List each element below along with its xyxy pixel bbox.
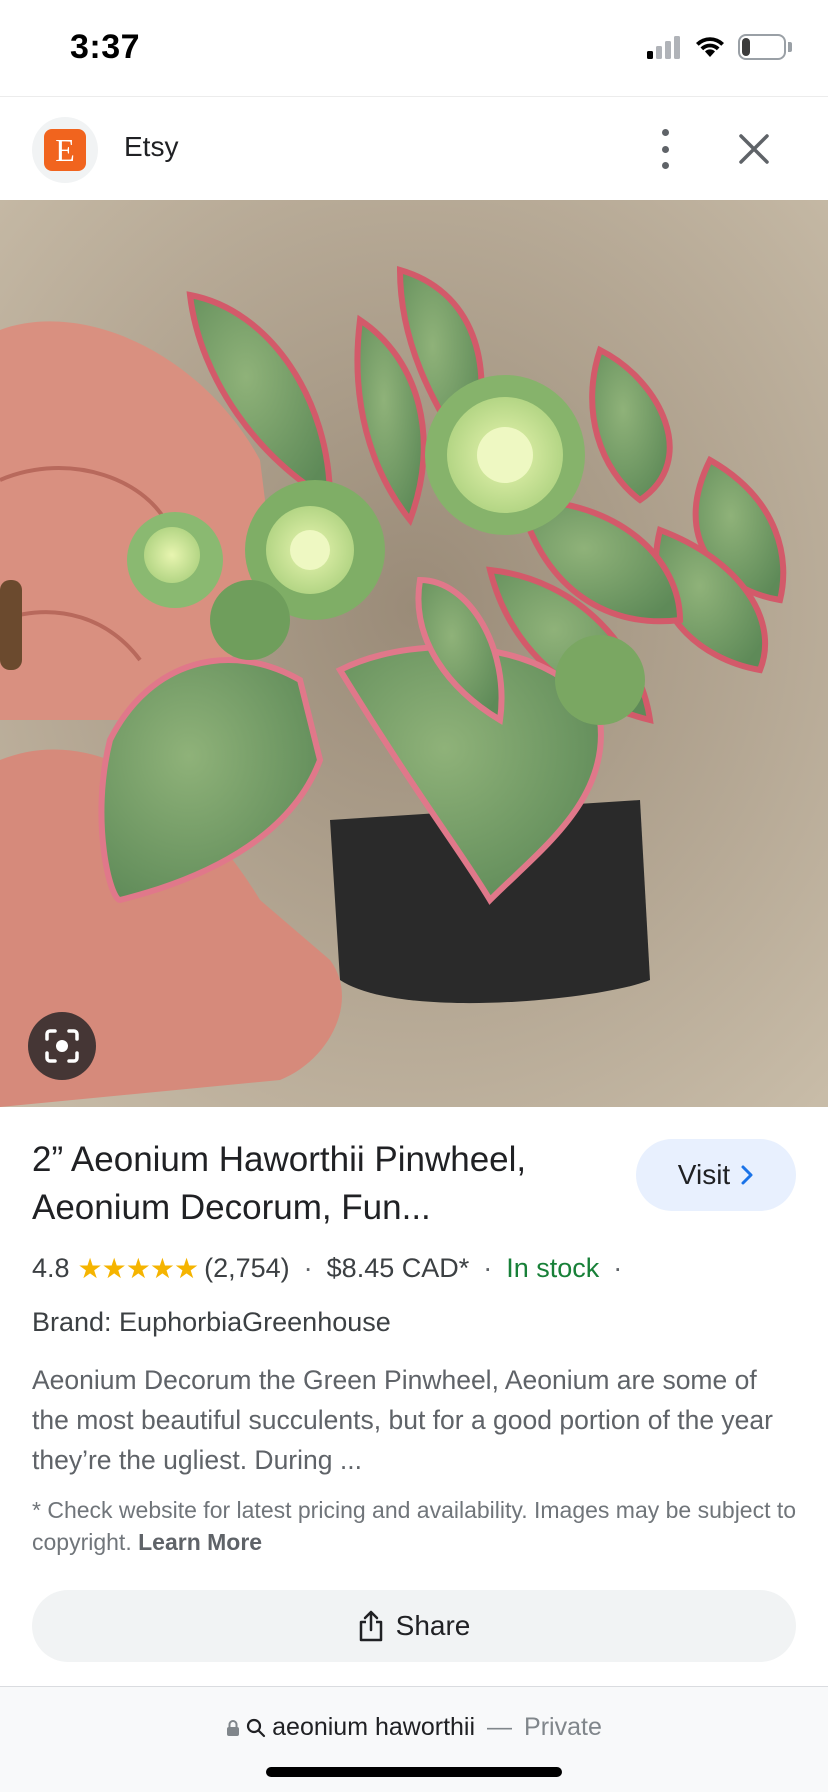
- separator-dot: ·: [303, 1253, 313, 1283]
- battery-percent: 21: [751, 36, 773, 57]
- lens-icon[interactable]: [28, 1012, 96, 1080]
- share-button[interactable]: Share: [32, 1590, 796, 1662]
- search-icon: [247, 1718, 266, 1737]
- star-icon: ★: [149, 1253, 175, 1284]
- status-bar: 3:37 21: [0, 0, 828, 96]
- price: $8.45 CAD*: [326, 1253, 470, 1283]
- review-count: (2,754): [204, 1253, 290, 1283]
- star-icon: ★: [101, 1253, 127, 1284]
- star-rating-icons: ★★★★★: [77, 1252, 200, 1285]
- status-time: 3:37: [70, 28, 141, 66]
- more-vert-icon[interactable]: [654, 125, 676, 173]
- product-title[interactable]: 2” Aeonium Haworthii Pinwheel, Aeonium D…: [32, 1136, 592, 1232]
- search-query: aeonium haworthii: [272, 1713, 476, 1741]
- private-mode-label: Private: [524, 1713, 602, 1741]
- learn-more-link[interactable]: Learn More: [138, 1529, 262, 1555]
- status-icons: 21: [646, 34, 792, 60]
- share-icon: [359, 1610, 382, 1642]
- product-title-line1: 2” Aeonium Haworthii Pinwheel,: [32, 1140, 527, 1179]
- star-icon: ★: [77, 1253, 103, 1284]
- disclaimer: * Check website for latest pricing and a…: [32, 1494, 800, 1558]
- home-indicator: [266, 1767, 562, 1777]
- product-description: Aeonium Decorum the Green Pinwheel, Aeon…: [32, 1365, 773, 1475]
- visit-button[interactable]: Visit: [636, 1139, 796, 1211]
- separator-dot: ·: [613, 1253, 623, 1283]
- brand: Brand: EuphorbiaGreenhouse: [32, 1307, 391, 1337]
- close-icon[interactable]: [736, 131, 772, 167]
- product-image[interactable]: [0, 200, 828, 1107]
- wifi-icon: [696, 37, 724, 57]
- battery-icon: 21: [738, 34, 786, 60]
- succulent-photo: [0, 200, 828, 1107]
- lock-icon: [227, 1719, 240, 1736]
- product-title-line2: Aeonium Decorum, Fun...: [32, 1188, 431, 1227]
- url-separator: —: [487, 1713, 513, 1741]
- star-icon: ★: [125, 1253, 151, 1284]
- site-header: E Etsy: [0, 96, 828, 200]
- product-meta-row: 4.8 ★★★★★ (2,754) · $8.45 CAD* · In stoc…: [32, 1252, 636, 1285]
- address-bar-content[interactable]: aeonium haworthii — Private: [0, 1713, 828, 1742]
- stock-status: In stock: [506, 1253, 600, 1283]
- share-label: Share: [395, 1610, 471, 1641]
- star-icon: ★: [173, 1253, 199, 1284]
- separator-dot: ·: [483, 1253, 493, 1283]
- rating-value: 4.8: [32, 1253, 70, 1283]
- signal-icon: [647, 36, 680, 59]
- chevron-right-icon: [741, 1165, 753, 1185]
- visit-label: Visit: [677, 1159, 731, 1190]
- site-name[interactable]: Etsy: [124, 131, 178, 163]
- etsy-logo-letter: E: [44, 129, 86, 171]
- battery-nub: [788, 42, 792, 52]
- etsy-logo: E: [32, 117, 98, 183]
